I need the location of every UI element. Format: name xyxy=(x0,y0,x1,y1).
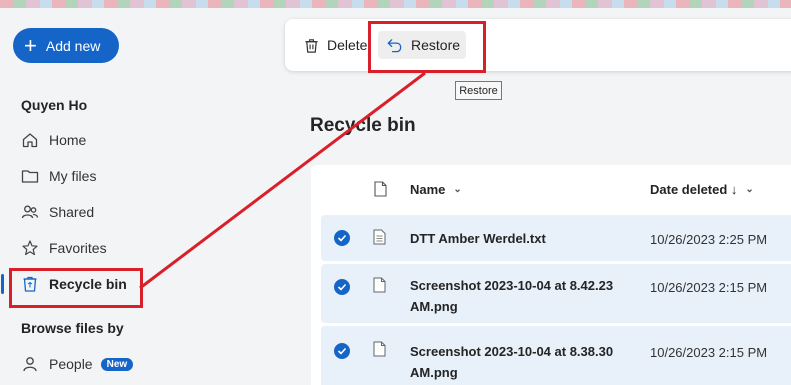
sidebar-item-label: Favorites xyxy=(49,240,107,256)
restore-highlight-box xyxy=(368,21,486,73)
add-new-button[interactable]: + Add new xyxy=(13,28,119,63)
date-deleted: 10/26/2023 2:15 PM xyxy=(650,280,768,295)
star-icon xyxy=(22,240,38,256)
list-header: Name ⌄ Date deleted ↓ ⌄ xyxy=(311,165,791,213)
browse-files-by-heading: Browse files by xyxy=(21,320,124,336)
top-decorative-strip xyxy=(0,0,791,8)
plus-icon: + xyxy=(24,32,37,58)
sidebar-item-label: My files xyxy=(49,168,97,184)
image-file-icon xyxy=(373,341,386,357)
table-row[interactable]: DTT Amber Werdel.txt 10/26/2023 2:25 PM xyxy=(321,215,791,261)
sidebar-item-label: Shared xyxy=(49,204,95,220)
page-title: Recycle bin xyxy=(310,115,416,136)
name-column-header[interactable]: Name ⌄ xyxy=(410,182,462,197)
active-indicator xyxy=(1,274,4,294)
sidebar-item-shared[interactable]: Shared xyxy=(21,197,94,227)
file-name[interactable]: DTT Amber Werdel.txt xyxy=(410,228,635,249)
checkmark-icon[interactable] xyxy=(334,279,350,295)
date-deleted: 10/26/2023 2:25 PM xyxy=(650,232,768,247)
folder-icon xyxy=(21,170,39,183)
delete-button[interactable]: Delete xyxy=(303,31,367,59)
file-type-icon xyxy=(374,181,387,197)
file-name[interactable]: Screenshot 2023-10-04 at 8.42.23 AM.png xyxy=(410,275,635,317)
chevron-down-icon: ⌄ xyxy=(745,184,754,195)
recycle-bin-highlight-box xyxy=(9,268,143,308)
checkmark-icon[interactable] xyxy=(334,230,350,246)
table-row[interactable]: Screenshot 2023-10-04 at 8.42.23 AM.png … xyxy=(321,264,791,323)
delete-label: Delete xyxy=(327,37,368,53)
shared-icon xyxy=(21,205,39,219)
image-file-icon xyxy=(373,277,386,293)
command-bar: Delete Restore xyxy=(285,19,791,71)
restore-tooltip: Restore xyxy=(455,81,502,100)
add-new-label: Add new xyxy=(45,37,101,54)
file-name[interactable]: Screenshot 2023-10-04 at 8.38.30 AM.png xyxy=(410,341,635,383)
user-name: Quyen Ho xyxy=(21,97,88,113)
sidebar-item-favorites[interactable]: Favorites xyxy=(21,233,107,263)
checkmark-icon[interactable] xyxy=(334,343,350,359)
table-row[interactable]: Screenshot 2023-10-04 at 8.38.30 AM.png … xyxy=(321,326,791,385)
file-list: Name ⌄ Date deleted ↓ ⌄ DTT Amber Werdel… xyxy=(311,165,791,385)
sidebar-item-people[interactable]: People New xyxy=(21,349,134,379)
sidebar-item-label: People xyxy=(49,356,93,372)
sidebar-item-my-files[interactable]: My files xyxy=(21,161,96,191)
chevron-down-icon: ⌄ xyxy=(453,184,462,195)
home-icon xyxy=(22,133,38,148)
trash-icon xyxy=(305,38,318,53)
date-deleted: 10/26/2023 2:15 PM xyxy=(650,345,768,360)
person-icon xyxy=(23,357,37,372)
date-deleted-column-header[interactable]: Date deleted ↓ ⌄ xyxy=(650,182,754,197)
new-badge: New xyxy=(100,357,134,371)
sidebar-item-label: Home xyxy=(49,132,87,148)
text-file-icon xyxy=(373,229,386,245)
sidebar-item-home[interactable]: Home xyxy=(21,125,86,155)
